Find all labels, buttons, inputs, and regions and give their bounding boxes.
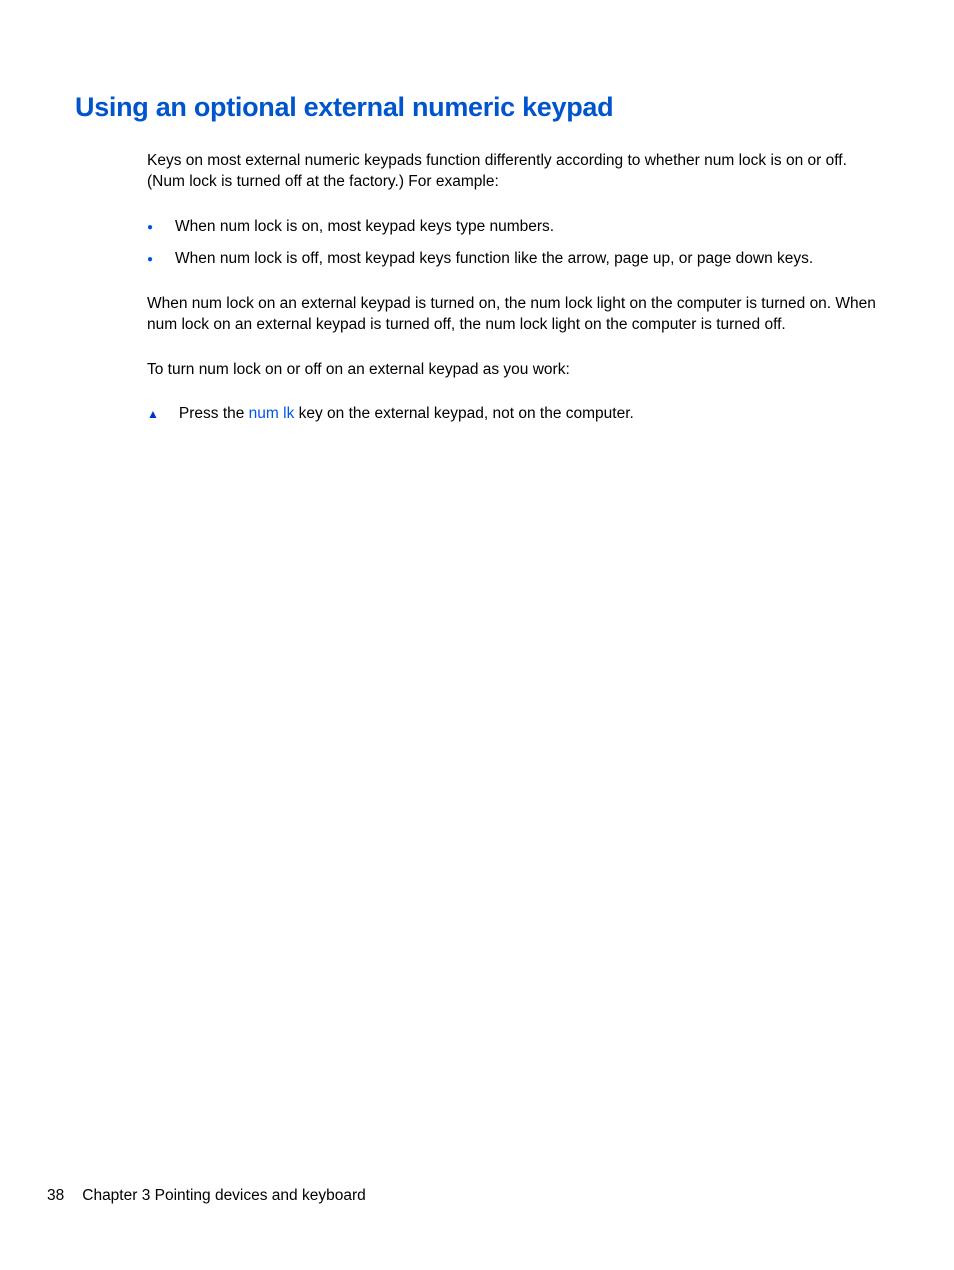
step-text: Press the num lk key on the external key… — [179, 404, 634, 425]
step-suffix: key on the external keypad, not on the c… — [294, 405, 634, 422]
key-label: num lk — [249, 405, 295, 422]
body-paragraph: To turn num lock on or off on an externa… — [147, 360, 879, 381]
bullet-text: When num lock is off, most keypad keys f… — [175, 249, 813, 270]
triangle-up-icon: ▲ — [147, 406, 159, 422]
bullet-text: When num lock is on, most keypad keys ty… — [175, 217, 554, 238]
page-footer: 38 Chapter 3 Pointing devices and keyboar… — [47, 1187, 366, 1205]
step-list: ▲ Press the num lk key on the external k… — [147, 404, 879, 425]
chapter-label: Chapter 3 Pointing devices and keyboard — [82, 1187, 366, 1204]
bullet-list: ● When num lock is on, most keypad keys … — [147, 217, 879, 270]
bullet-icon: ● — [147, 253, 153, 267]
body-paragraph: When num lock on an external keypad is t… — [147, 294, 879, 336]
step-item: ▲ Press the num lk key on the external k… — [147, 404, 879, 425]
page-number: 38 — [47, 1187, 64, 1204]
document-page: Using an optional external numeric keypa… — [0, 0, 954, 425]
list-item: ● When num lock is off, most keypad keys… — [147, 249, 879, 270]
content-area: Keys on most external numeric keypads fu… — [147, 151, 879, 425]
section-heading: Using an optional external numeric keypa… — [75, 92, 879, 123]
step-prefix: Press the — [179, 405, 249, 422]
list-item: ● When num lock is on, most keypad keys … — [147, 217, 879, 238]
intro-paragraph: Keys on most external numeric keypads fu… — [147, 151, 879, 193]
bullet-icon: ● — [147, 221, 153, 235]
